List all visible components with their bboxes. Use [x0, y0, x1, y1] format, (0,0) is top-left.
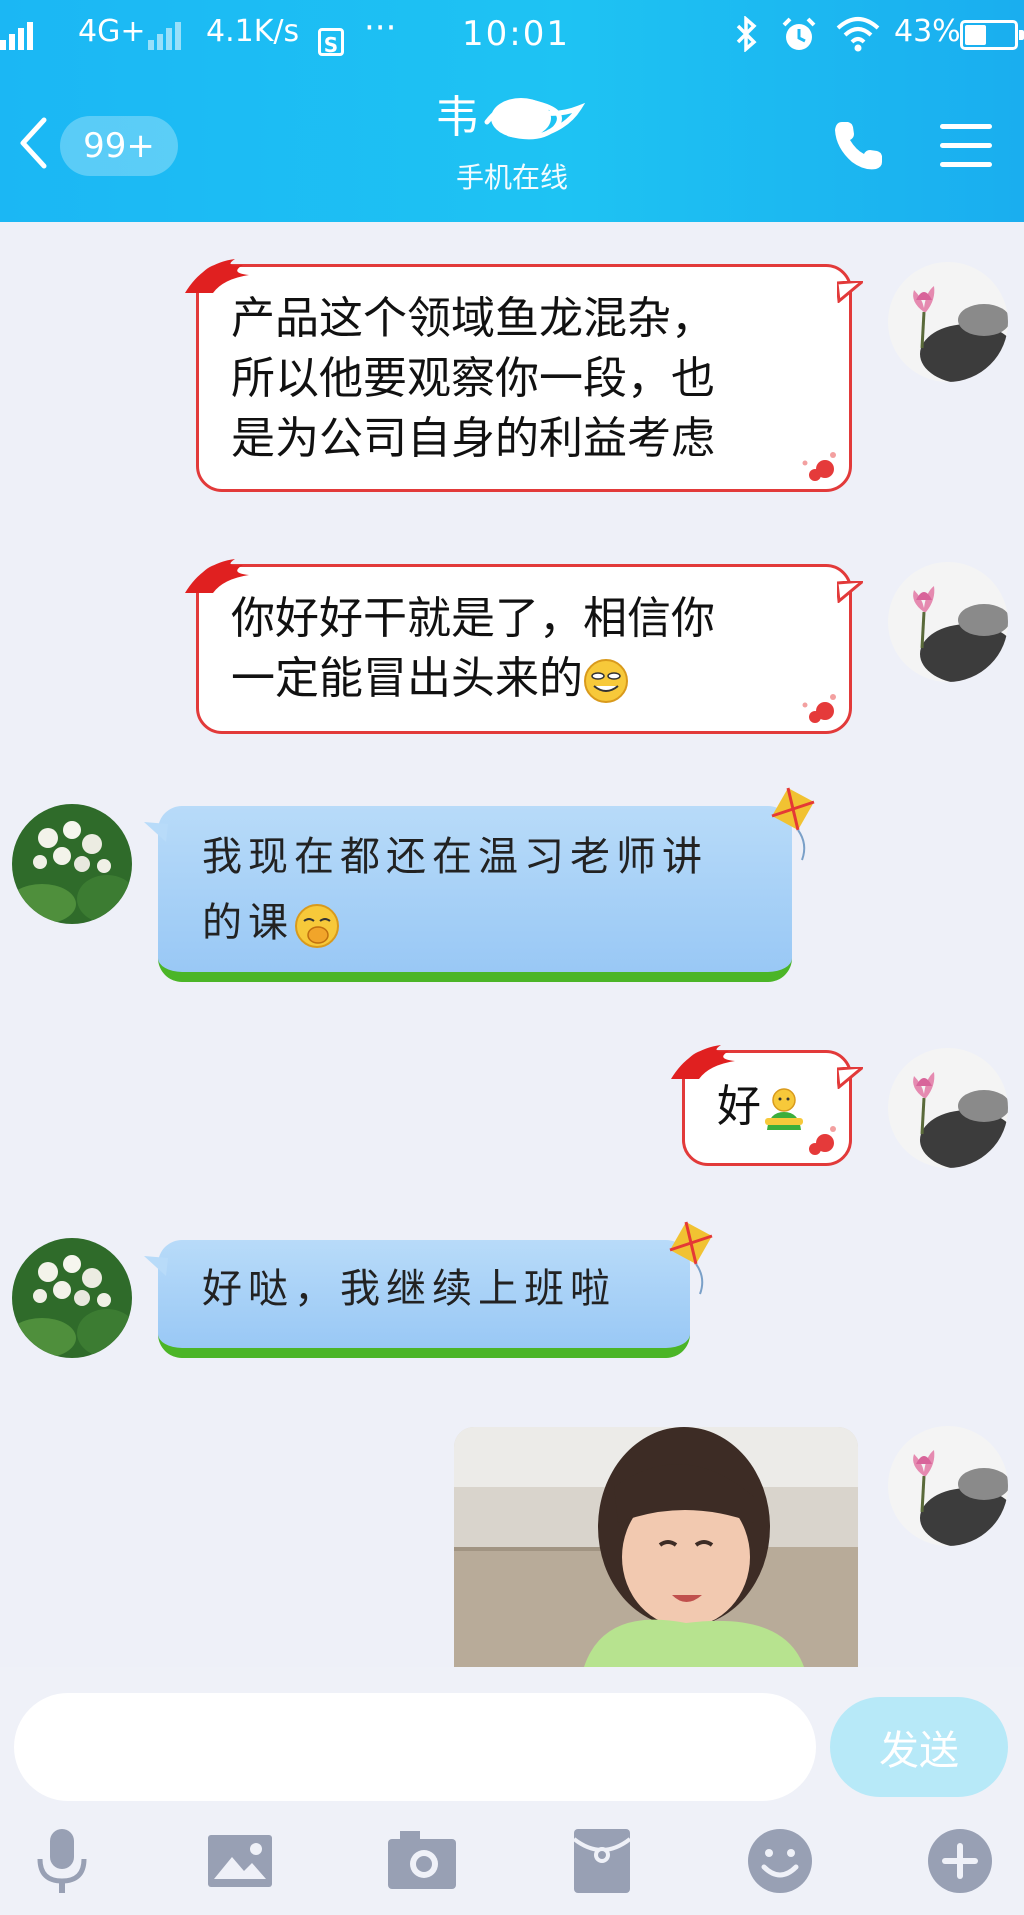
alarm-icon [780, 16, 818, 62]
white-flowers-photo-icon [12, 1238, 132, 1358]
album-button[interactable] [204, 1825, 276, 1897]
message-text: 产品这个领域鱼龙混杂， 所以他要观察你一段，也 是为公司自身的利益考虑 [231, 289, 823, 469]
message-line: 是为公司自身的利益考虑 [231, 413, 715, 464]
my-avatar[interactable] [888, 562, 1008, 682]
battery-icon [960, 20, 1024, 50]
voice-button[interactable] [26, 1825, 98, 1897]
message-text: 我现在都还在温习老师讲 的课 [202, 824, 766, 956]
lotus-painting-icon [888, 1048, 1008, 1168]
phone-call-icon[interactable] [830, 118, 886, 174]
message-input[interactable] [14, 1693, 816, 1801]
message-bubble-sent[interactable]: 产品这个领域鱼龙混杂， 所以他要观察你一段，也 是为公司自身的利益考虑 [185, 259, 863, 492]
red-packet-icon [572, 1829, 632, 1893]
message-line: 所以他要观察你一段，也 [231, 353, 715, 404]
bubble-tail-icon [837, 281, 863, 303]
bubble-tail-icon [837, 1067, 863, 1089]
message-bubble-received[interactable]: 我现在都还在温习老师讲 的课 [144, 787, 815, 982]
red-packet-button[interactable] [566, 1825, 638, 1897]
secondary-signal-bars-icon [148, 14, 184, 50]
flower-decoration-icon [809, 1126, 836, 1155]
battery-percent: 43% [894, 14, 961, 49]
message-text: 好哒，我继续上班啦 [202, 1266, 616, 1312]
message-line-with-emoji: 的课 [202, 890, 766, 956]
grin-emoji-icon [584, 659, 628, 703]
picture-icon [208, 1835, 272, 1887]
message-bubble-sent[interactable]: 你好好干就是了，相信你 一定能冒出头来的 [185, 559, 863, 734]
status-bar: 4G+ 4.1K/s S ··· 10:01 43% [0, 0, 1024, 70]
input-area: 发送 [0, 1667, 1024, 1915]
send-button[interactable]: 发送 [830, 1697, 1008, 1797]
menu-icon[interactable] [938, 120, 994, 172]
my-avatar[interactable] [888, 1048, 1008, 1168]
image-message[interactable] [454, 1427, 858, 1667]
shy-emoji-icon [295, 904, 339, 948]
kite-decoration-icon [669, 1221, 713, 1295]
bluetooth-icon [734, 15, 760, 60]
kite-decoration-icon [771, 787, 815, 861]
emoji-button[interactable] [744, 1825, 816, 1897]
more-options-button[interactable] [924, 1825, 996, 1897]
message-line: 我现在都还在温习老师讲 [202, 834, 708, 880]
message-line: 产品这个领域鱼龙混杂， [231, 293, 715, 344]
plus-icon [928, 1829, 992, 1893]
contact-name-text: 韦 [435, 92, 479, 143]
message-bubble-received[interactable]: 好哒，我继续上班啦 [144, 1221, 713, 1358]
lotus-painting-icon [888, 1426, 1008, 1546]
message-text: 你好好干就是了，相信你 一定能冒出头来的 [231, 589, 823, 709]
bubble-tail-icon [144, 1256, 168, 1276]
contact-avatar[interactable] [12, 804, 132, 924]
my-avatar[interactable] [888, 262, 1008, 382]
smiley-icon [748, 1829, 812, 1893]
message-line-with-emoji: 一定能冒出头来的 [231, 649, 823, 709]
lotus-painting-icon [888, 562, 1008, 682]
message-line: 的课 [202, 900, 294, 946]
message-line: 你好好干就是了，相信你 [231, 593, 715, 644]
child-photo-icon [454, 1427, 858, 1667]
clock: 10:01 [462, 14, 570, 54]
microphone-icon [37, 1829, 87, 1893]
camera-icon [388, 1831, 456, 1889]
bubble-tail-icon [144, 822, 168, 842]
wifi-icon [836, 16, 880, 60]
network-type: 4G+ [78, 14, 146, 49]
my-avatar[interactable] [888, 1426, 1008, 1546]
signal-bars-icon [0, 15, 36, 50]
network-speed: 4.1K/s [206, 14, 300, 49]
redaction-scribble-icon [484, 98, 586, 140]
message-line: 一定能冒出头来的 [231, 653, 583, 704]
camera-button[interactable] [386, 1825, 458, 1897]
white-flowers-photo-icon [12, 804, 132, 924]
chat-header: 4G+ 4.1K/s S ··· 10:01 43% 99+ 韦 手机在线 [0, 0, 1024, 222]
lotus-painting-icon [888, 262, 1008, 382]
signal-strength [0, 14, 36, 50]
flower-decoration-icon [802, 452, 836, 481]
message-bubble-sent[interactable]: 好 [671, 1045, 863, 1166]
flower-decoration-icon [802, 694, 836, 723]
bubble-tail-icon [837, 581, 863, 603]
contact-avatar[interactable] [12, 1238, 132, 1358]
more-notifications: ··· [364, 8, 397, 48]
message-line: 好 [717, 1081, 761, 1132]
